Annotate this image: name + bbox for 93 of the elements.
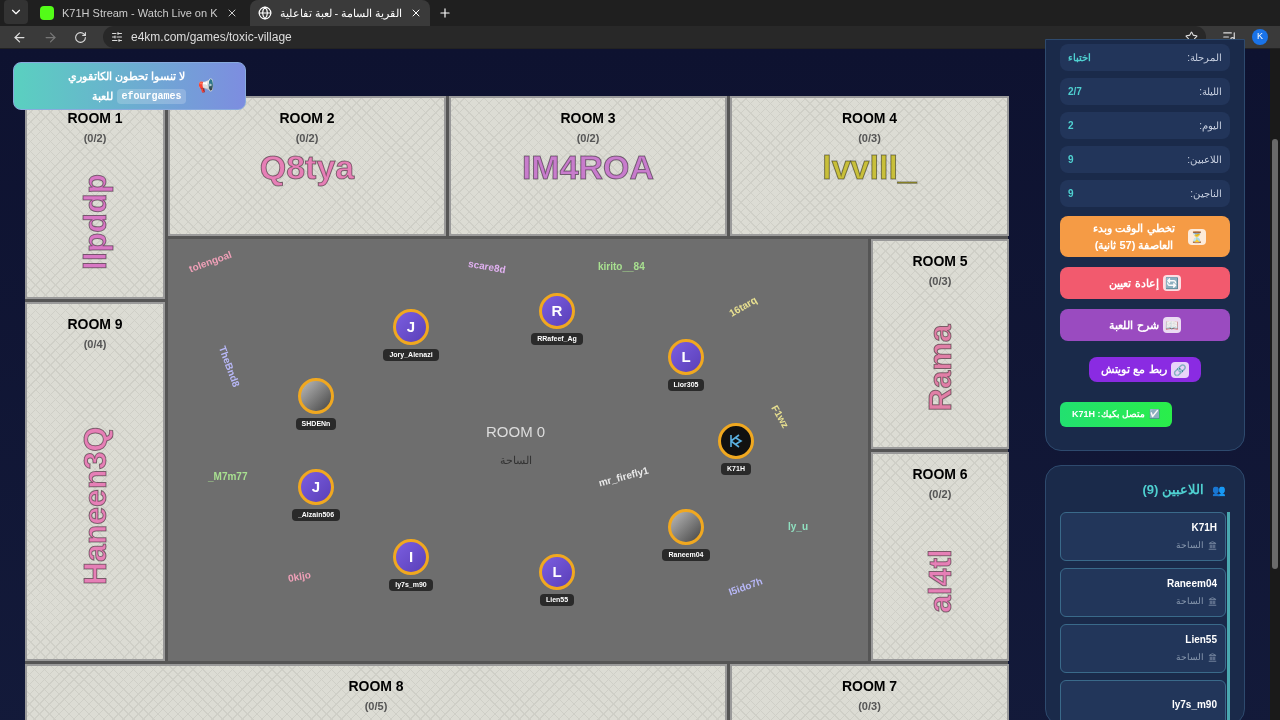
room-owner: llpddp bbox=[76, 173, 114, 270]
k-logo-icon bbox=[40, 6, 54, 20]
stat-value: 2 bbox=[1068, 119, 1074, 133]
stat-label: المرحلة: bbox=[1187, 51, 1222, 65]
action-icon: 🔄 bbox=[1162, 275, 1181, 291]
photo-placeholder[interactable] bbox=[298, 378, 334, 414]
scribble-text: ly_u bbox=[788, 520, 808, 534]
tab-title: K71H Stream - Watch Live on K bbox=[62, 5, 218, 21]
connected-badge: ☑ متصل بكيك: K71H bbox=[1060, 402, 1172, 427]
room-count: (0/2) bbox=[576, 131, 600, 146]
room-owner: al4tl bbox=[921, 548, 959, 613]
player-name: Raneem04 bbox=[1165, 576, 1217, 591]
toast-text: للعبة bbox=[92, 89, 114, 105]
stat-label: اللاعبين: bbox=[1187, 153, 1222, 167]
room-count: (0/2) bbox=[928, 487, 952, 502]
room-label: ROOM 6 bbox=[912, 466, 968, 482]
category-code: efourgames bbox=[117, 88, 186, 104]
toast-text: لا تنسوا تحطون الكاتقوري bbox=[68, 68, 186, 84]
stat-value: 9 bbox=[1068, 153, 1074, 167]
player-name: K71H bbox=[1190, 520, 1217, 535]
player-location: الساحة bbox=[1176, 538, 1204, 552]
room-count: (0/4) bbox=[83, 337, 107, 352]
room-owner: Q8tya bbox=[259, 146, 355, 187]
room-label: ROOM 1 bbox=[67, 110, 123, 126]
building-icon bbox=[1208, 541, 1217, 550]
player-location: الساحة bbox=[1176, 594, 1204, 608]
k-logo-icon bbox=[728, 433, 744, 449]
check-icon: ☑ bbox=[1149, 407, 1160, 422]
room-count: (0/3) bbox=[858, 699, 881, 714]
building-icon bbox=[1208, 653, 1217, 662]
room-owner: Rama bbox=[921, 324, 959, 412]
room-count: (0/5) bbox=[364, 699, 388, 714]
panel-title: اللاعبين (9) bbox=[1142, 481, 1204, 500]
scribble-text: _M7m77 bbox=[208, 470, 248, 484]
player-avatar[interactable] bbox=[718, 423, 754, 459]
reload-icon bbox=[74, 30, 87, 44]
room-label: ROOM 7 bbox=[841, 678, 898, 694]
player-avatar[interactable]: I bbox=[393, 539, 429, 575]
room-owner: lvvlll_ bbox=[822, 146, 917, 187]
player-name: Lien55 bbox=[1184, 632, 1217, 647]
room-label: ROOM 5 bbox=[912, 253, 968, 269]
room-owner: IM4ROA bbox=[521, 146, 655, 187]
room-label: ROOM 0 bbox=[486, 422, 546, 442]
scribble-text: kirito__84 bbox=[598, 260, 645, 274]
back-icon bbox=[12, 29, 27, 45]
player-avatar[interactable]: L bbox=[539, 554, 575, 590]
room-label: ROOM 3 bbox=[560, 110, 616, 126]
player-name: ly7s_m90 bbox=[1170, 697, 1217, 712]
megaphone-icon: 📢 bbox=[197, 76, 214, 96]
room-label: ROOM 9 bbox=[67, 316, 123, 332]
building-icon bbox=[1208, 597, 1217, 606]
player-avatar[interactable]: J bbox=[393, 309, 429, 345]
room-count: (0/2) bbox=[295, 131, 319, 146]
room-label: ROOM 4 bbox=[841, 110, 898, 126]
photo-placeholder[interactable] bbox=[668, 509, 704, 545]
room-label: ROOM 8 bbox=[348, 678, 404, 694]
action-icon: 🔗 bbox=[1170, 361, 1189, 378]
stat-label: الليلة: bbox=[1199, 85, 1222, 99]
room-owner: Haneen3Q bbox=[76, 426, 114, 585]
player-avatar[interactable]: J bbox=[298, 469, 334, 505]
stat-value: 9 bbox=[1068, 187, 1074, 201]
player-location: الساحة bbox=[1176, 650, 1204, 664]
browser-tab[interactable]: القرية السامة - لعبة تفاعلية bbox=[249, 0, 431, 26]
action-button[interactable]: 📖 شرح اللعبة bbox=[1060, 309, 1230, 341]
action-button[interactable]: 🔄 إعادة تعيين bbox=[1060, 267, 1230, 299]
room-label: ROOM 2 bbox=[279, 110, 335, 126]
site-settings-icon bbox=[111, 31, 123, 43]
room-count: (0/3) bbox=[858, 131, 881, 146]
player-card[interactable]: ly7s_m90 bbox=[1060, 679, 1226, 720]
tab-title: القرية السامة - لعبة تفاعلية bbox=[279, 5, 403, 22]
action-icon: 📖 bbox=[1162, 317, 1181, 333]
room-count: (0/3) bbox=[928, 274, 952, 289]
room-sublabel: الساحة bbox=[499, 452, 532, 468]
new-tab-icon bbox=[438, 6, 453, 20]
people-icon: 👥 bbox=[1212, 481, 1226, 498]
stat-label: اليوم: bbox=[1199, 119, 1222, 133]
player-avatar[interactable]: L bbox=[668, 339, 704, 375]
scribble-text: scare8d bbox=[467, 256, 507, 278]
room-count: (0/2) bbox=[83, 131, 107, 146]
stat-value: اختباء bbox=[1068, 51, 1091, 65]
browser-tab[interactable]: K71H Stream - Watch Live on K bbox=[32, 0, 246, 26]
tab-list-button[interactable] bbox=[4, 0, 28, 24]
url-text: e4km.com/games/toxic-village bbox=[131, 29, 292, 46]
globe-icon bbox=[257, 6, 272, 20]
stat-value: 2/7 bbox=[1068, 85, 1082, 99]
action-button[interactable]: 🔗 ربط مع تويتش bbox=[1089, 357, 1201, 382]
forward-icon bbox=[43, 29, 58, 45]
action-icon: ⏳ bbox=[1188, 228, 1206, 245]
address-bar[interactable]: e4km.com/games/toxic-village bbox=[103, 26, 1206, 48]
stat-label: الناجين: bbox=[1190, 187, 1222, 201]
player-avatar[interactable]: R bbox=[539, 293, 575, 329]
profile-avatar[interactable]: K bbox=[1252, 29, 1268, 45]
scribble-text: 0kljo bbox=[286, 568, 312, 586]
